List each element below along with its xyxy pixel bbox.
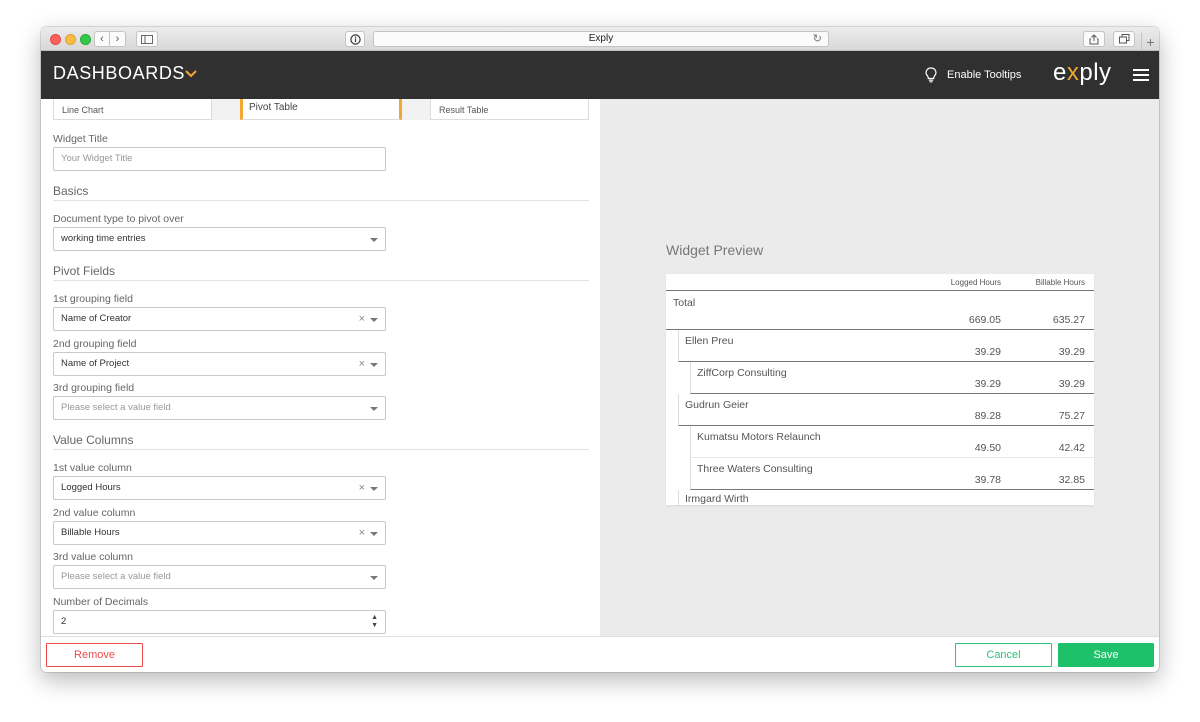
pivot-row-subgroup: Three Waters Consulting 39.78 32.85 [690,458,1094,490]
group3-label: 3rd grouping field [53,382,135,394]
close-window-button[interactable] [50,34,61,45]
chevron-down-icon[interactable] [184,67,198,81]
widget-type-label: Pivot Table [249,102,298,113]
pivot-row-group: Gudrun Geier 89.28 75.27 [678,394,1094,426]
value2-select[interactable]: Billable Hours × [53,521,386,545]
clear-icon[interactable]: × [359,308,365,330]
decimals-stepper[interactable]: 2 ▲ ▼ [53,610,386,634]
zoom-window-button[interactable] [80,34,91,45]
doc-type-select[interactable]: working time entries [53,227,386,251]
caret-down-icon [370,576,378,580]
address-bar[interactable]: Exply ↻ [373,31,829,47]
caret-down-icon [370,407,378,411]
info-icon[interactable] [345,31,365,47]
clear-icon[interactable]: × [359,353,365,375]
clear-icon[interactable]: × [359,522,365,544]
widget-type-label: Line Chart [62,105,104,115]
section-divider [53,200,589,201]
value1-select[interactable]: Logged Hours × [53,476,386,500]
chevron-left-icon[interactable]: ‹ [94,31,110,47]
caret-down-icon [370,363,378,367]
enable-tooltips-label: Enable Tooltips [947,69,1022,81]
caret-down-icon [370,238,378,242]
hamburger-menu-icon[interactable] [1133,69,1149,81]
group1-label: 1st grouping field [53,293,133,305]
widget-preview-title: Widget Preview [666,242,764,258]
section-divider [53,449,589,450]
chevron-right-icon[interactable]: › [110,31,126,47]
remove-button[interactable]: Remove [46,643,143,667]
sidebar-icon[interactable] [136,31,158,47]
pivot-row-subgroup: ZiffCorp Consulting 39.29 39.29 [690,362,1094,394]
share-icon[interactable] [1083,31,1105,47]
group3-select[interactable]: Please select a value field [53,396,386,420]
value1-label: 1st value column [53,462,132,474]
widget-title-input[interactable]: Your Widget Title [53,147,386,171]
value3-select[interactable]: Please select a value field [53,565,386,589]
decimals-label: Number of Decimals [53,596,149,608]
doc-type-label: Document type to pivot over [53,213,184,225]
value2-label: 2nd value column [53,507,136,519]
group2-label: 2nd grouping field [53,338,137,350]
widget-preview-panel: Widget Preview Logged Hours Billable Hou… [600,99,1159,636]
browser-window: ‹ › Exply ↻ + DASHBOARDS Enable Tooltips… [41,27,1159,672]
pivot-row-subgroup: Kumatsu Motors Relaunch 49.50 42.42 [690,426,1094,458]
pivot-row-group: Irmgard Wirth [678,490,1094,505]
basics-section-title: Basics [53,184,89,198]
widget-type-label: Result Table [439,105,489,115]
reload-icon[interactable]: ↻ [813,32,822,46]
pivot-column-header: Logged Hours [950,278,1001,287]
widget-type-result-table[interactable]: Result Table [430,99,589,120]
cancel-button[interactable]: Cancel [955,643,1052,667]
value-columns-section-title: Value Columns [53,433,134,447]
exply-logo: exply [1053,59,1112,86]
group1-select[interactable]: Name of Creator × [53,307,386,331]
widget-title-label: Widget Title [53,133,108,145]
page-title: Exply [588,33,614,44]
browser-toolbar: ‹ › Exply ↻ + [41,27,1159,51]
pivot-table-preview: Logged Hours Billable Hours Total 669.05… [666,274,1094,505]
dashboards-title[interactable]: DASHBOARDS [53,63,185,84]
pivot-header: Logged Hours Billable Hours [666,274,1094,291]
value3-label: 3rd value column [53,551,133,563]
stepper-arrows-icon[interactable]: ▲ ▼ [371,614,378,630]
caret-down-icon [370,532,378,536]
pivot-column-header: Billable Hours [1035,278,1085,287]
widget-config-panel: Line Chart Pivot Table Result Table Widg… [41,99,600,636]
tabs-icon[interactable] [1113,31,1135,47]
clear-icon[interactable]: × [359,477,365,499]
lightbulb-icon [925,67,937,83]
group2-select[interactable]: Name of Project × [53,352,386,376]
pivot-row-total: Total 669.05 635.27 [666,292,1094,330]
widget-type-line-chart[interactable]: Line Chart [53,99,212,120]
widget-type-pivot-table[interactable]: Pivot Table [240,99,402,120]
app-header: DASHBOARDS Enable Tooltips exply [41,51,1159,99]
caret-down-icon [370,487,378,491]
plus-icon[interactable]: + [1141,33,1159,51]
action-footer: Remove Cancel Save [41,636,1159,672]
caret-down-icon [370,318,378,322]
pivot-row-group: Ellen Preu 39.29 39.29 [678,330,1094,362]
minimize-window-button[interactable] [65,34,76,45]
enable-tooltips-button[interactable]: Enable Tooltips [925,66,1021,84]
pivot-fields-section-title: Pivot Fields [53,264,116,278]
widget-type-selector: Line Chart Pivot Table Result Table [53,99,589,120]
save-button[interactable]: Save [1058,643,1154,667]
section-divider [53,280,589,281]
